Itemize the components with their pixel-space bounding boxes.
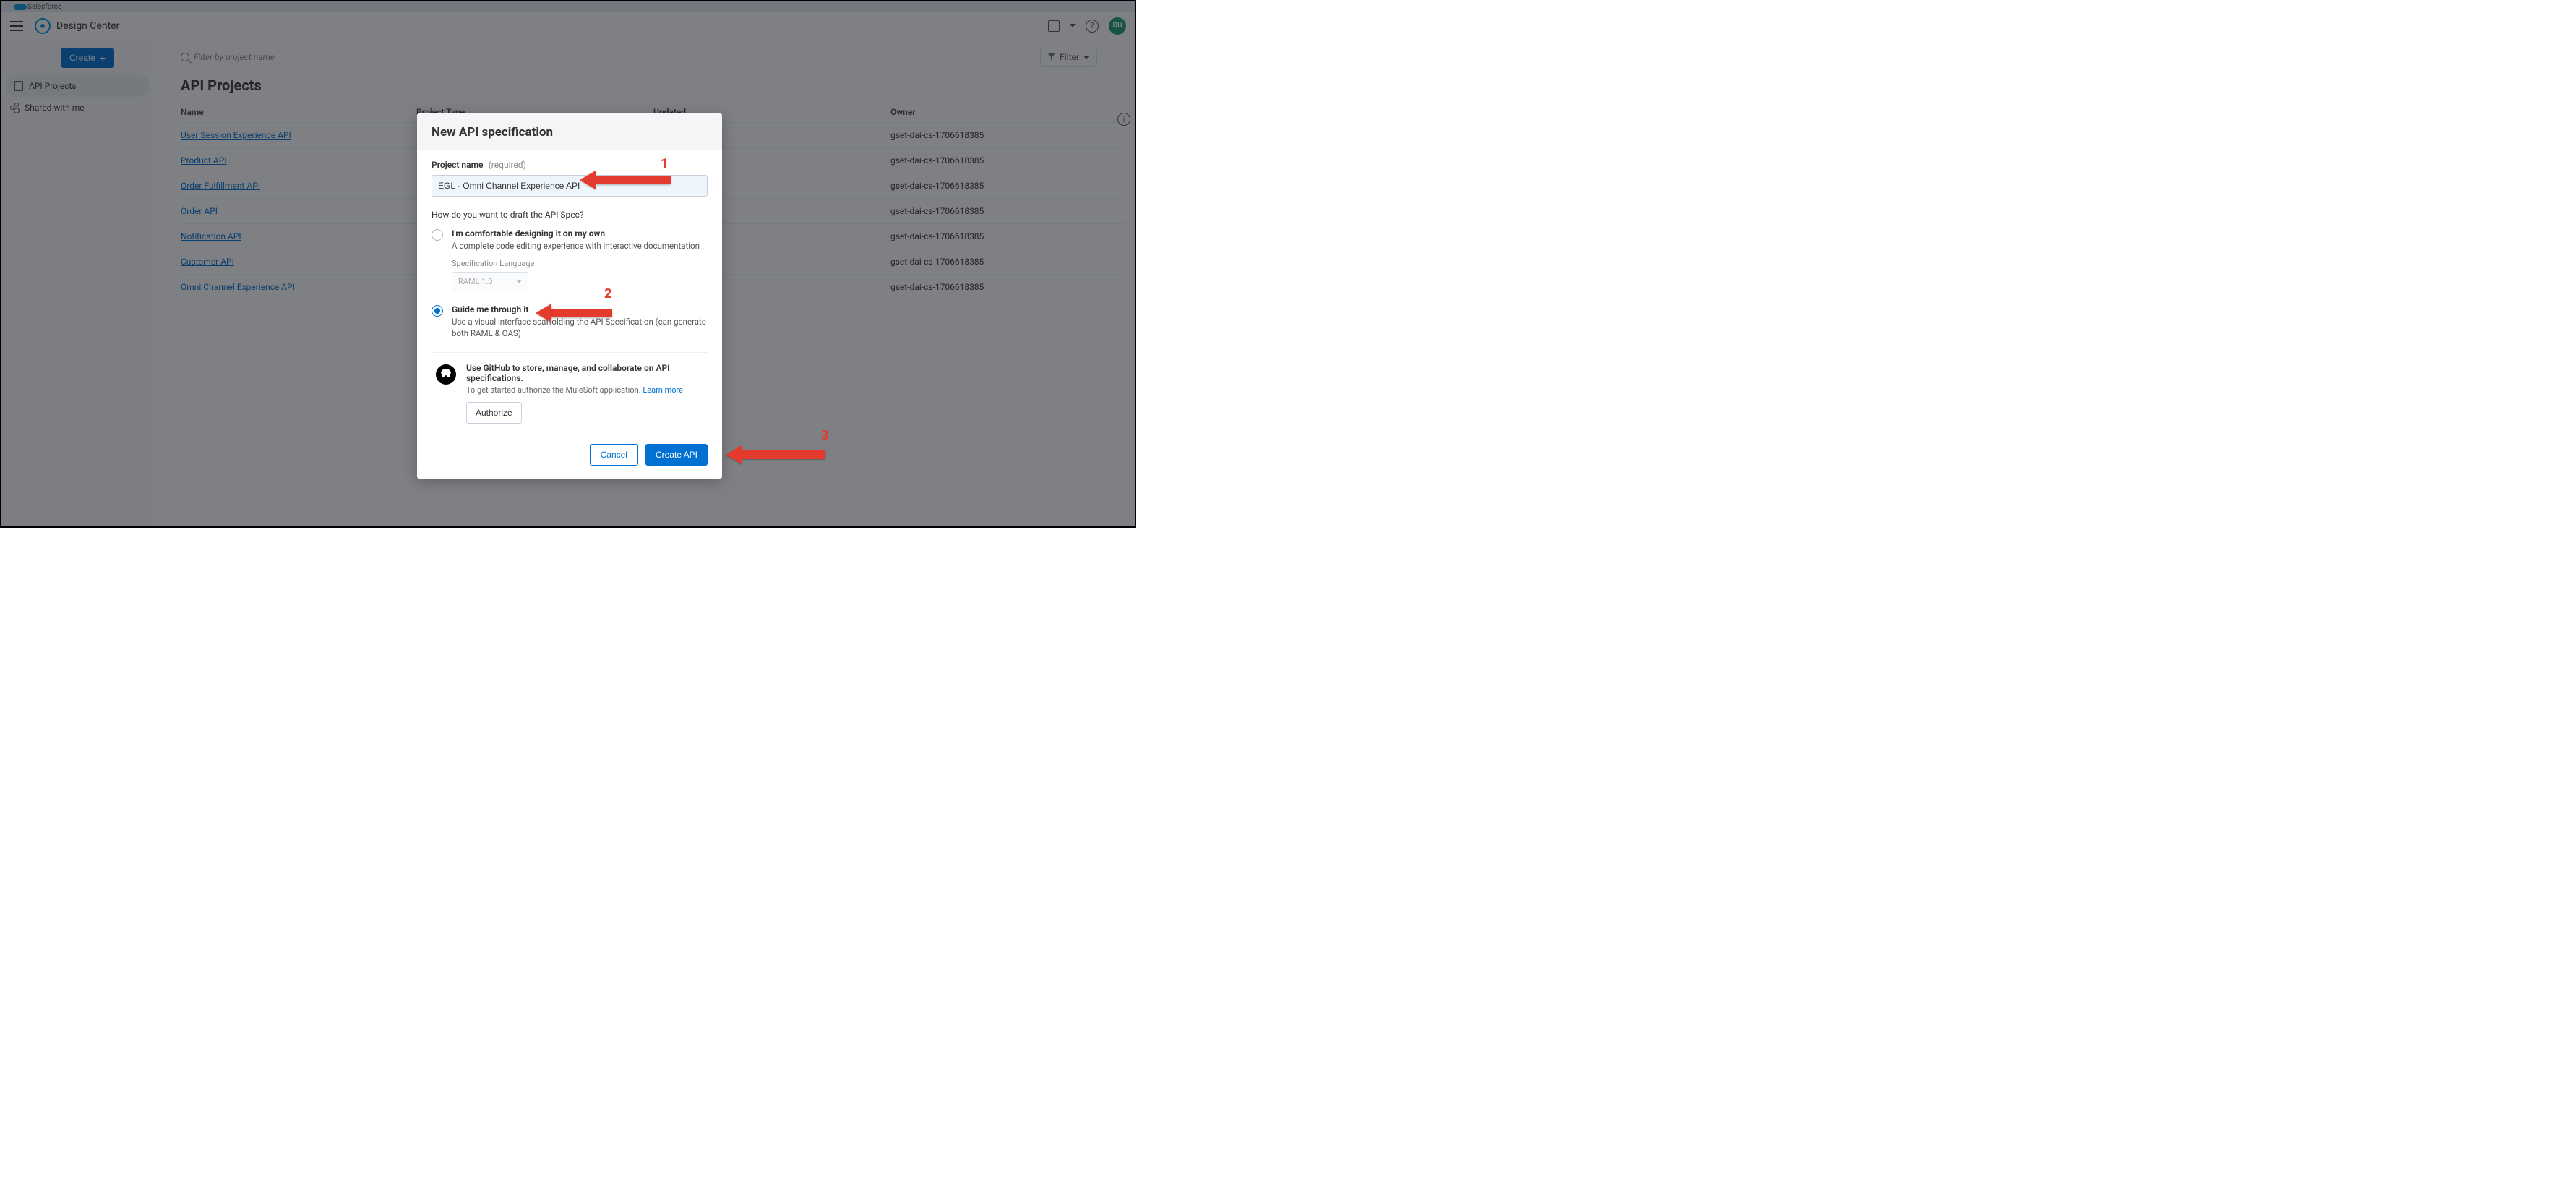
project-name-input[interactable]	[432, 175, 708, 197]
github-section: Use GitHub to store, manage, and collabo…	[432, 363, 708, 424]
github-title: Use GitHub to store, manage, and collabo…	[466, 363, 703, 383]
radio-option-own-sub: A complete code editing experience with …	[452, 240, 708, 252]
chevron-down-icon	[516, 280, 522, 283]
modal-footer: Cancel Create API	[417, 434, 722, 479]
modal-body: Project name (required) How do you want …	[417, 150, 722, 434]
radio-icon	[432, 229, 443, 241]
create-api-button[interactable]: Create API	[645, 444, 708, 466]
new-api-spec-modal: New API specification Project name (requ…	[417, 113, 722, 479]
annotation-label-1: 1	[661, 156, 668, 171]
app-window: Salesforce Design Center ? DU Create + A…	[0, 0, 1136, 528]
radio-option-guide-title: Guide me through it	[452, 304, 708, 314]
draft-question: How do you want to draft the API Spec?	[432, 210, 708, 220]
spec-lang-dropdown[interactable]: RAML 1.0	[452, 272, 528, 291]
authorize-button[interactable]: Authorize	[466, 402, 522, 424]
annotation-label-2: 2	[604, 286, 611, 301]
modal-title: New API specification	[432, 125, 708, 140]
learn-more-link[interactable]: Learn more	[643, 385, 683, 395]
radio-option-own-title: I'm comfortable designing it on my own	[452, 228, 708, 239]
radio-option-own[interactable]: I'm comfortable designing it on my own A…	[432, 228, 708, 252]
github-sub-prefix: To get started authorize the MuleSoft ap…	[466, 385, 643, 395]
github-subtitle: To get started authorize the MuleSoft ap…	[466, 385, 703, 395]
project-name-required: (required)	[489, 160, 526, 170]
project-name-label: Project name	[432, 160, 483, 170]
radio-option-guide[interactable]: Guide me through it Use a visual interfa…	[432, 304, 708, 339]
modal-header: New API specification	[417, 113, 722, 150]
spec-lang-label: Specification Language	[452, 259, 708, 268]
github-icon	[436, 364, 456, 385]
divider	[432, 352, 708, 353]
cancel-button[interactable]: Cancel	[590, 444, 638, 466]
radio-option-guide-sub: Use a visual interface scaffolding the A…	[452, 316, 708, 339]
radio-icon	[432, 305, 443, 317]
spec-lang-value: RAML 1.0	[458, 277, 492, 286]
annotation-label-3: 3	[821, 428, 828, 443]
